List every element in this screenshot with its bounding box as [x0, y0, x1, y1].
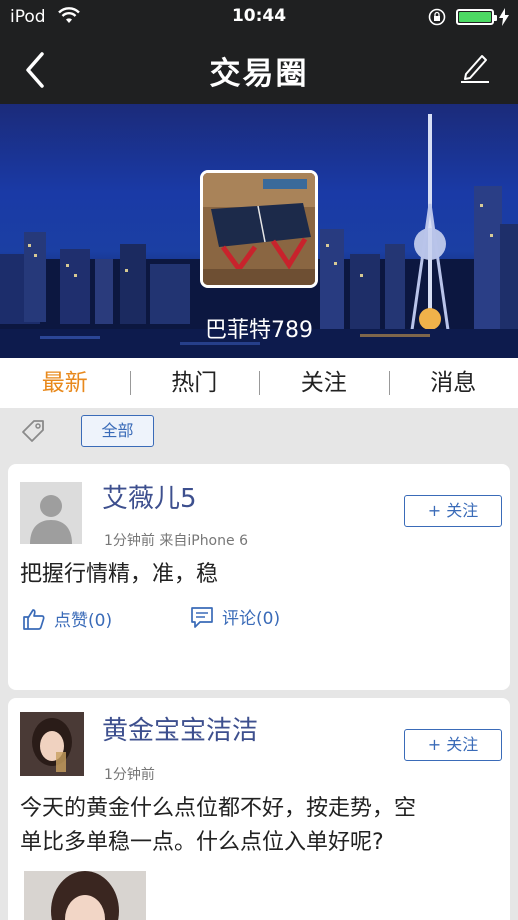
follow-button[interactable]: + 关注 [404, 729, 502, 761]
like-button[interactable]: 点赞(0) [22, 606, 112, 631]
tab-bar: 最新 热门 关注 消息 [0, 358, 518, 408]
post-content-line: 今天的黄金什么点位都不好，按走势，空 [20, 796, 417, 821]
charging-icon [499, 8, 509, 26]
tab-latest[interactable]: 最新 [0, 358, 130, 408]
author-avatar[interactable] [20, 482, 82, 544]
tab-hot[interactable]: 热门 [129, 358, 260, 408]
rotation-lock-icon [428, 8, 446, 26]
author-avatar[interactable] [20, 712, 84, 776]
post-content-line: 单比多单稳一点。什么点位入单好呢? [20, 830, 384, 855]
post-meta: 1分钟前 [104, 767, 155, 783]
post-meta: 1分钟前 来自iPhone 6 [104, 533, 248, 549]
default-avatar-icon [20, 482, 82, 544]
post-card: 艾薇儿5 1分钟前 来自iPhone 6 + 关注 把握行情精，准，稳 点赞(0… [8, 464, 510, 690]
post-card: 黄金宝宝洁洁 1分钟前 + 关注 今天的黄金什么点位都不好，按走势，空 单比多单… [8, 698, 510, 920]
status-bar: iPod 10:44 [0, 0, 518, 34]
post-image[interactable] [24, 871, 146, 920]
ping-pong-table-image [203, 173, 315, 285]
battery-icon [456, 9, 497, 25]
page-title: 交易圈 [209, 56, 309, 92]
tab-messages[interactable]: 消息 [388, 358, 518, 408]
user-avatar[interactable] [200, 170, 318, 288]
author-name[interactable]: 黄金宝宝洁洁 [102, 710, 258, 747]
comment-icon [191, 606, 213, 628]
post-content: 把握行情精，准，稳 [20, 562, 219, 587]
tag-icon[interactable] [20, 418, 46, 444]
top-bar: iPod 10:44 交易圈 [0, 0, 518, 104]
comment-label: 评论(0) [222, 609, 281, 629]
comment-button[interactable]: 评论(0) [190, 604, 280, 629]
thumbs-up-icon [23, 608, 45, 630]
post-content: 今天的黄金什么点位都不好，按走势，空 单比多单稳一点。什么点位入单好呢? [20, 792, 498, 860]
banner-user-name: 巴菲特789 [205, 318, 313, 343]
like-label: 点赞(0) [54, 611, 113, 631]
follow-button[interactable]: + 关注 [404, 495, 502, 527]
author-name[interactable]: 艾薇儿5 [102, 478, 197, 515]
tab-following[interactable]: 关注 [259, 358, 389, 408]
post-photo-image [24, 871, 146, 920]
profile-banner: 巴菲特789 [0, 104, 518, 358]
filter-all-chip[interactable]: 全部 [81, 415, 154, 447]
author-photo-image [20, 712, 84, 776]
edit-pencil-icon[interactable] [458, 50, 492, 84]
filter-row [0, 408, 518, 458]
